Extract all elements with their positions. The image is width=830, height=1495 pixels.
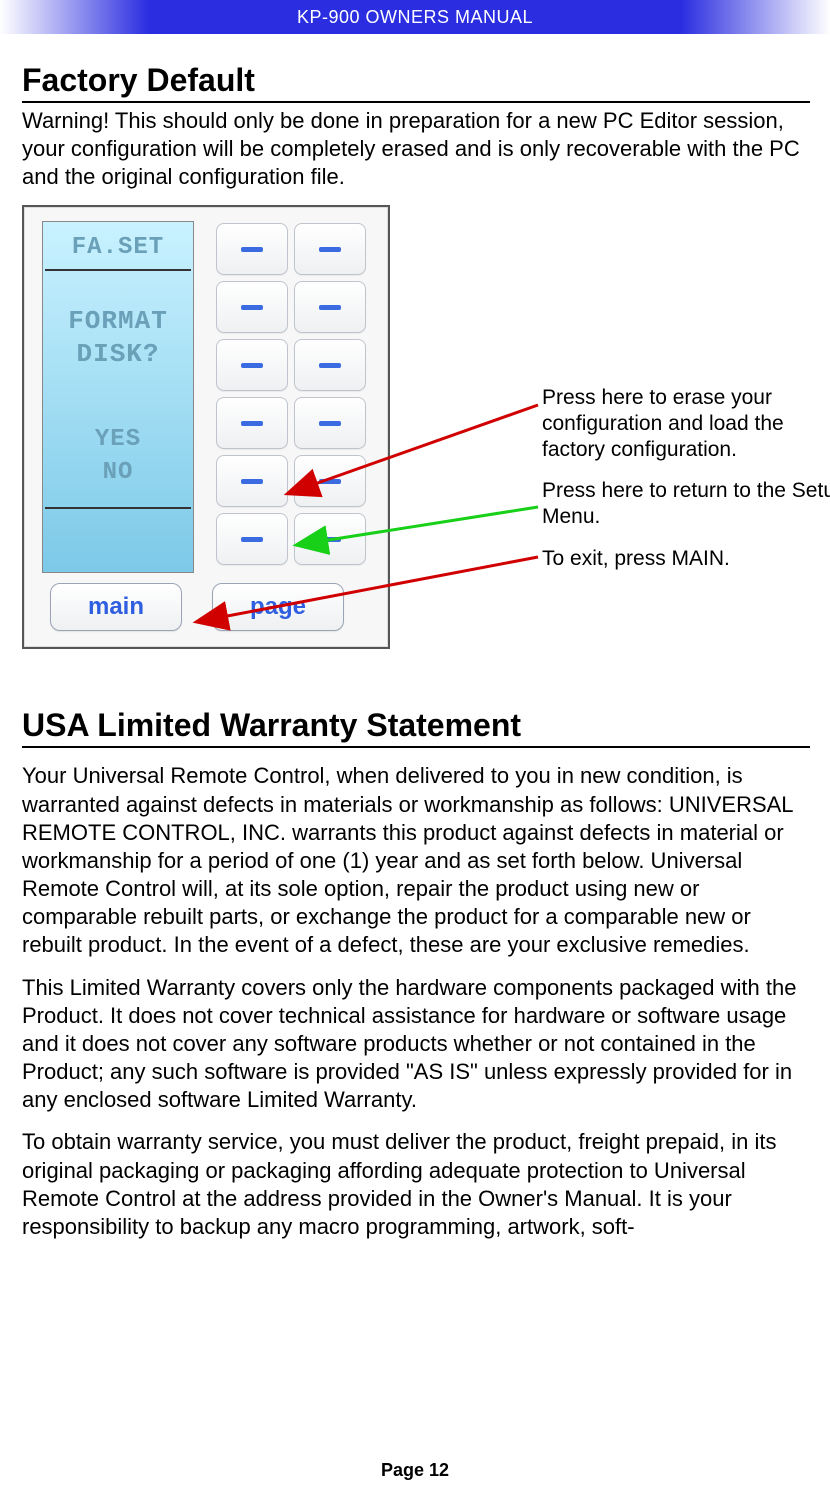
side-button[interactable] <box>216 397 288 449</box>
callout-erase: Press here to erase your configuration a… <box>542 385 830 462</box>
warranty-p2: This Limited Warranty covers only the ha… <box>22 974 810 1115</box>
device-screenshot: FA.SET FORMAT DISK? YES NO <box>22 205 390 649</box>
side-button[interactable] <box>216 281 288 333</box>
heading-warranty: USA Limited Warranty Statement <box>22 707 810 748</box>
dash-icon <box>319 247 341 252</box>
side-button[interactable] <box>294 281 366 333</box>
lcd-prompt-line2: DISK? <box>43 338 193 371</box>
dash-icon <box>241 479 263 484</box>
dash-icon <box>319 363 341 368</box>
lcd-option-yes: YES <box>43 424 193 456</box>
side-button[interactable] <box>294 223 366 275</box>
warranty-p1: Your Universal Remote Control, when deli… <box>22 762 810 959</box>
lcd-options: YES NO <box>43 398 193 507</box>
dash-icon <box>241 247 263 252</box>
side-button[interactable] <box>216 223 288 275</box>
dash-icon <box>241 363 263 368</box>
side-button-column <box>216 223 372 571</box>
lcd-prompt: FORMAT DISK? <box>43 271 193 398</box>
dash-icon <box>319 305 341 310</box>
side-button[interactable] <box>294 397 366 449</box>
dash-icon <box>319 479 341 484</box>
dash-icon <box>241 305 263 310</box>
bottom-button-row: main page <box>50 583 344 631</box>
side-button-no[interactable] <box>216 513 288 565</box>
side-button-yes[interactable] <box>216 455 288 507</box>
heading-factory-default: Factory Default <box>22 62 810 103</box>
figure-block: FA.SET FORMAT DISK? YES NO <box>22 205 810 665</box>
header-title: KP-900 OWNERS MANUAL <box>297 7 533 28</box>
callout-column: Press here to erase your configuration a… <box>542 385 830 587</box>
side-button[interactable] <box>294 513 366 565</box>
callout-return: Press here to return to the Setup Menu. <box>542 478 830 529</box>
header-bar: KP-900 OWNERS MANUAL <box>0 0 830 34</box>
lcd-screen: FA.SET FORMAT DISK? YES NO <box>42 221 194 573</box>
side-button[interactable] <box>294 455 366 507</box>
lcd-option-no: NO <box>43 457 193 489</box>
page-button[interactable]: page <box>212 583 344 631</box>
page-content: Factory Default Warning! This should onl… <box>0 34 830 1241</box>
side-button[interactable] <box>294 339 366 391</box>
warning-paragraph: Warning! This should only be done in pre… <box>22 107 810 191</box>
lcd-title: FA.SET <box>43 222 193 269</box>
main-button[interactable]: main <box>50 583 182 631</box>
dash-icon <box>241 421 263 426</box>
lcd-prompt-line1: FORMAT <box>43 305 193 338</box>
warranty-p3: To obtain warranty service, you must del… <box>22 1128 810 1241</box>
dash-icon <box>319 537 341 542</box>
side-button[interactable] <box>216 339 288 391</box>
callout-exit: To exit, press MAIN. <box>542 546 830 572</box>
dash-icon <box>241 537 263 542</box>
page-footer: Page 12 <box>0 1460 830 1481</box>
dash-icon <box>319 421 341 426</box>
